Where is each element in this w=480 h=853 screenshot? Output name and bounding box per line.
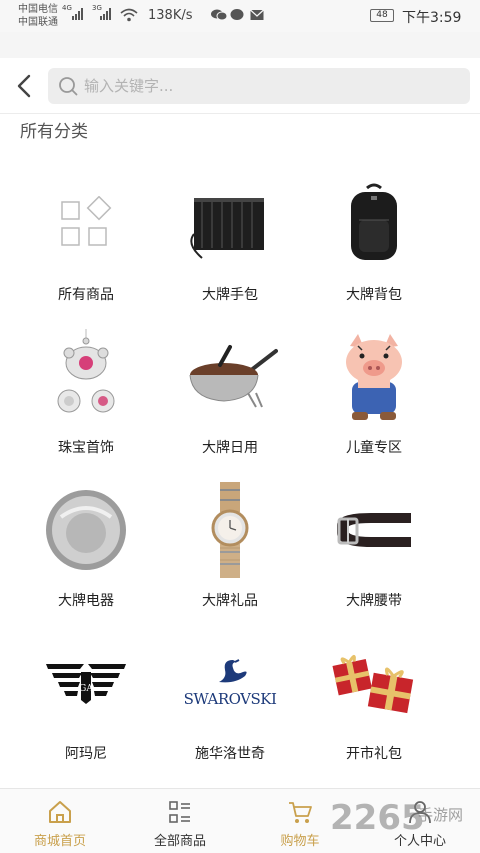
category-swarovski[interactable]: SWAROVSKI 施华洛世奇 — [158, 627, 302, 780]
carrier-1: 中国电信 — [18, 4, 58, 15]
tab-home[interactable]: 商城首页 — [0, 789, 120, 853]
category-label: 珠宝首饰 — [58, 440, 114, 456]
section-title: 所有分类 — [20, 122, 88, 142]
belt-image — [337, 513, 411, 547]
category-label: 儿童专区 — [346, 440, 402, 456]
category-label: 大牌电器 — [58, 593, 114, 609]
category-opening-gift[interactable]: 开市礼包 — [302, 627, 446, 780]
tab-all-products[interactable]: 全部商品 — [120, 789, 240, 853]
search-input[interactable] — [84, 72, 454, 100]
tab-label: 商城首页 — [33, 834, 86, 849]
jewelry-image — [57, 329, 115, 413]
category-label: 开市礼包 — [346, 746, 402, 762]
carrier-2: 中国联通 — [18, 17, 58, 28]
category-daily-goods[interactable]: 大牌日用 — [158, 321, 302, 474]
category-label: 大牌手包 — [202, 287, 258, 303]
cart-icon — [289, 802, 312, 823]
tab-label: 购物车 — [280, 834, 320, 849]
search-header — [0, 58, 480, 114]
category-label: 大牌日用 — [202, 440, 258, 456]
swarovski-logo-text: SWAROVSKI — [183, 690, 277, 708]
tab-label: 全部商品 — [153, 834, 206, 849]
category-jewelry[interactable]: 珠宝首饰 — [14, 321, 158, 474]
category-armani[interactable]: GA 阿玛尼 — [14, 627, 158, 780]
wok-pan-image — [189, 345, 278, 408]
category-backpacks[interactable]: 大牌背包 — [302, 168, 446, 321]
back-arrow-icon[interactable] — [12, 72, 38, 100]
category-label: 大牌背包 — [346, 287, 402, 303]
category-all-products[interactable]: 所有商品 — [14, 168, 158, 321]
status-bar: 中国电信 中国联通 4G 3G 138K/s 48 下午3:59 — [0, 0, 480, 32]
signal-icon-1 — [72, 8, 83, 20]
search-icon — [59, 77, 78, 96]
all-products-grid-icon — [61, 196, 112, 246]
watermark-text: 手游网 — [418, 806, 464, 824]
header-spacer — [0, 32, 480, 58]
armani-eagle-logo: GA — [46, 664, 126, 704]
wifi-icon — [120, 8, 138, 22]
gift-boxes-image — [332, 654, 414, 714]
battery-icon: 48 — [370, 9, 394, 22]
category-label: 大牌礼品 — [202, 593, 258, 609]
net-type-1: 4G — [62, 4, 72, 12]
category-label: 施华洛世奇 — [195, 746, 265, 762]
search-box[interactable] — [48, 68, 470, 104]
category-gifts[interactable]: 大牌礼品 — [158, 474, 302, 627]
clutch-bag-image — [190, 198, 264, 259]
signal-icon-2 — [100, 8, 111, 20]
watermark-number: 2265 — [330, 798, 425, 838]
wristwatch-image — [211, 482, 249, 578]
category-appliances[interactable]: 大牌电器 — [14, 474, 158, 627]
site-watermark: 2265 手游网 — [330, 798, 480, 838]
piggy-doll-image — [346, 334, 402, 420]
category-list-icon — [169, 801, 190, 823]
wechat-icon — [211, 9, 228, 21]
category-label: 阿玛尼 — [65, 746, 107, 762]
category-label: 所有商品 — [58, 287, 114, 303]
backpack-image — [351, 183, 397, 260]
network-speed: 138K/s — [148, 8, 193, 23]
mail-icon — [250, 9, 264, 20]
category-label: 大牌腰带 — [346, 593, 402, 609]
category-kids[interactable]: 儿童专区 — [302, 321, 446, 474]
category-grid: 所有商品 大牌手包 大牌背包 珠宝首饰 大牌日用 儿童专区 大牌电器 大牌礼品 … — [14, 168, 446, 780]
category-clutch-bags[interactable]: 大牌手包 — [158, 168, 302, 321]
robot-vacuum-image — [46, 490, 126, 570]
clock: 下午3:59 — [402, 10, 462, 26]
svg-text:GA: GA — [79, 684, 93, 694]
message-icon — [230, 9, 244, 20]
category-belts[interactable]: 大牌腰带 — [302, 474, 446, 627]
home-icon — [49, 801, 71, 823]
carrier-names: 中国电信 中国联通 — [18, 3, 58, 29]
swarovski-swan-logo — [219, 659, 247, 683]
